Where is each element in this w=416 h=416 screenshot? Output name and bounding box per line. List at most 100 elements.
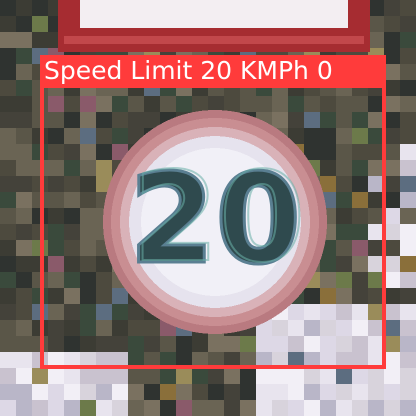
mosaic-cell — [256, 384, 272, 400]
mosaic-cell — [384, 224, 400, 240]
mosaic-cell — [48, 400, 64, 416]
mosaic-cell — [0, 112, 16, 128]
mosaic-cell — [64, 384, 80, 400]
mosaic-cell — [0, 304, 16, 320]
mosaic-cell — [240, 400, 256, 416]
mosaic-cell — [16, 96, 32, 112]
mosaic-cell — [384, 160, 400, 176]
mosaic-cell — [16, 320, 32, 336]
mosaic-cell — [368, 384, 384, 400]
mosaic-cell — [16, 176, 32, 192]
mosaic-cell — [144, 368, 160, 384]
mosaic-cell — [160, 368, 176, 384]
mosaic-cell — [0, 176, 16, 192]
mosaic-cell — [48, 384, 64, 400]
mosaic-cell — [64, 368, 80, 384]
mosaic-cell — [0, 16, 16, 32]
mosaic-cell — [0, 320, 16, 336]
mosaic-cell — [240, 368, 256, 384]
mosaic-cell — [144, 400, 160, 416]
mosaic-cell — [16, 0, 32, 16]
mosaic-cell — [384, 32, 400, 48]
mosaic-cell — [16, 208, 32, 224]
mosaic-cell — [0, 64, 16, 80]
mosaic-cell — [400, 368, 416, 384]
mosaic-cell — [368, 0, 384, 16]
mosaic-cell — [0, 144, 16, 160]
mosaic-cell — [384, 176, 400, 192]
mosaic-cell — [256, 368, 272, 384]
mosaic-cell — [16, 240, 32, 256]
mosaic-cell — [96, 384, 112, 400]
mosaic-cell — [384, 0, 400, 16]
detection-label: Speed Limit 20 KMPh 0 — [40, 55, 386, 86]
mosaic-cell — [320, 400, 336, 416]
mosaic-cell — [16, 272, 32, 288]
mosaic-cell — [0, 384, 16, 400]
mosaic-cell — [400, 352, 416, 368]
mosaic-cell — [400, 32, 416, 48]
mosaic-cell — [0, 240, 16, 256]
detection-image: 20 20 Speed Limit 20 KMPh 0 — [0, 0, 416, 416]
mosaic-cell — [80, 400, 96, 416]
mosaic-cell — [0, 160, 16, 176]
mosaic-cell — [368, 32, 384, 48]
mosaic-cell — [208, 368, 224, 384]
mosaic-cell — [384, 256, 400, 272]
mosaic-cell — [0, 128, 16, 144]
mosaic-cell — [384, 304, 400, 320]
mosaic-cell — [400, 48, 416, 64]
mosaic-cell — [384, 64, 400, 80]
mosaic-cell — [256, 400, 272, 416]
mosaic-cell — [368, 368, 384, 384]
mosaic-cell — [32, 16, 48, 32]
mosaic-cell — [384, 112, 400, 128]
mosaic-cell — [352, 400, 368, 416]
mosaic-cell — [0, 368, 16, 384]
mosaic-cell — [384, 208, 400, 224]
mosaic-cell — [112, 384, 128, 400]
mosaic-cell — [192, 368, 208, 384]
mosaic-cell — [224, 384, 240, 400]
mosaic-cell — [304, 384, 320, 400]
mosaic-cell — [176, 384, 192, 400]
mosaic-cell — [0, 288, 16, 304]
mosaic-cell — [16, 192, 32, 208]
mosaic-cell — [16, 288, 32, 304]
mosaic-cell — [32, 0, 48, 16]
mosaic-cell — [384, 320, 400, 336]
mosaic-cell — [400, 320, 416, 336]
mosaic-cell — [192, 400, 208, 416]
mosaic-cell — [320, 384, 336, 400]
mosaic-cell — [0, 224, 16, 240]
mosaic-cell — [304, 368, 320, 384]
mosaic-cell — [288, 384, 304, 400]
mosaic-cell — [400, 304, 416, 320]
mosaic-cell — [384, 272, 400, 288]
mosaic-cell — [64, 400, 80, 416]
mosaic-cell — [400, 80, 416, 96]
mosaic-cell — [400, 128, 416, 144]
mosaic-cell — [400, 96, 416, 112]
mosaic-cell — [192, 384, 208, 400]
mosaic-cell — [16, 48, 32, 64]
mosaic-cell — [400, 144, 416, 160]
mosaic-cell — [16, 224, 32, 240]
mosaic-cell — [16, 336, 32, 352]
mosaic-cell — [48, 368, 64, 384]
mosaic-cell — [384, 144, 400, 160]
mosaic-cell — [400, 176, 416, 192]
mosaic-cell — [240, 384, 256, 400]
mosaic-cell — [384, 288, 400, 304]
mosaic-cell — [0, 336, 16, 352]
mosaic-cell — [112, 368, 128, 384]
mosaic-cell — [208, 384, 224, 400]
mosaic-cell — [144, 384, 160, 400]
mosaic-cell — [400, 16, 416, 32]
mosaic-cell — [16, 80, 32, 96]
mosaic-cell — [80, 368, 96, 384]
mosaic-cell — [0, 96, 16, 112]
mosaic-cell — [32, 32, 48, 48]
mosaic-cell — [128, 368, 144, 384]
mosaic-cell — [0, 80, 16, 96]
